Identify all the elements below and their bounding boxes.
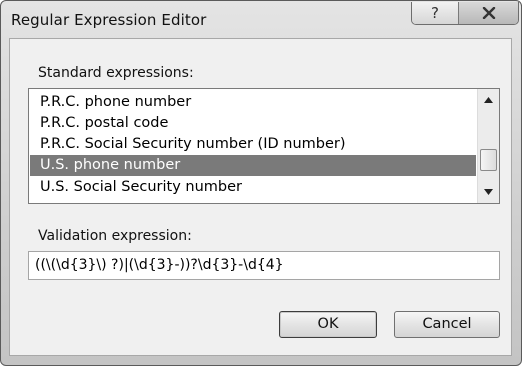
- standard-expressions-label: Standard expressions:: [38, 65, 194, 81]
- scroll-down-button[interactable]: [478, 183, 499, 201]
- title-bar[interactable]: Regular Expression Editor ?: [1, 1, 521, 37]
- scroll-thumb[interactable]: [480, 149, 497, 171]
- close-icon: [482, 7, 495, 19]
- list-item-prc-postal[interactable]: P.R.C. postal code: [30, 113, 476, 134]
- list-item-prc-ssn[interactable]: P.R.C. Social Security number (ID number…: [30, 134, 476, 155]
- help-icon: ?: [431, 4, 439, 22]
- list-item-us-phone[interactable]: U.S. phone number: [30, 155, 476, 176]
- validation-expression-label: Validation expression:: [38, 228, 192, 244]
- ok-button[interactable]: OK: [279, 311, 377, 338]
- list-item-prc-phone[interactable]: P.R.C. phone number: [30, 92, 476, 113]
- validation-expression-input[interactable]: ((\(\d{3}\) ?)|(\d{3}-))?\d{3}-\d{4}: [28, 251, 500, 280]
- standard-expressions-list[interactable]: P.R.C. phone number P.R.C. postal code P…: [28, 88, 500, 204]
- scroll-up-arrow-icon: [484, 97, 493, 103]
- caption-buttons: ?: [411, 2, 519, 25]
- list-item-us-ssn[interactable]: U.S. Social Security number: [30, 177, 476, 198]
- close-button[interactable]: [459, 2, 518, 24]
- list-scrollbar[interactable]: [477, 89, 499, 203]
- cancel-button[interactable]: Cancel: [394, 311, 500, 338]
- scroll-down-arrow-icon: [484, 189, 493, 195]
- scroll-up-button[interactable]: [478, 91, 499, 109]
- help-button[interactable]: ?: [412, 2, 459, 24]
- window-title: Regular Expression Editor: [11, 11, 207, 29]
